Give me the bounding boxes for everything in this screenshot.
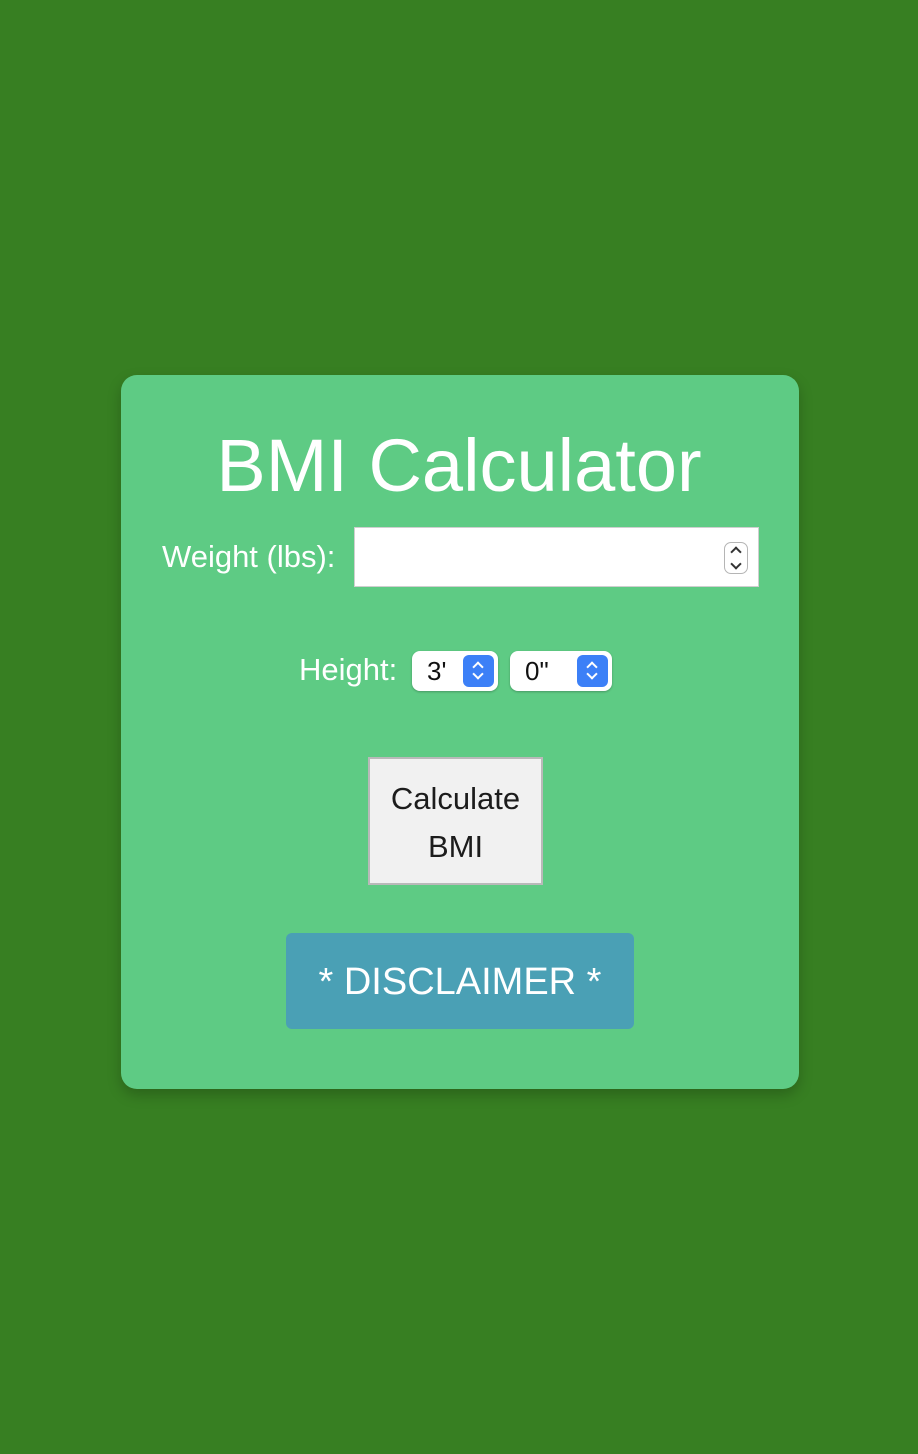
disclaimer-button[interactable]: * DISCLAIMER * xyxy=(286,933,634,1029)
height-inches-value: 0" xyxy=(525,656,549,686)
height-feet-value: 3' xyxy=(427,656,447,686)
calculate-bmi-button[interactable]: Calculate BMI xyxy=(368,757,543,885)
weight-label: Weight (lbs): xyxy=(162,539,336,574)
height-feet-select[interactable]: 3' xyxy=(412,651,498,691)
stepper-icon[interactable] xyxy=(724,542,748,574)
chevron-updown-icon[interactable] xyxy=(577,655,608,687)
page-title: BMI Calculator xyxy=(216,424,702,507)
chevron-up-icon[interactable] xyxy=(730,546,742,558)
weight-field[interactable] xyxy=(354,527,759,587)
height-inches-select[interactable]: 0" xyxy=(510,651,612,691)
chevron-down-icon[interactable] xyxy=(730,558,742,570)
weight-input[interactable] xyxy=(355,528,715,586)
chevron-updown-icon[interactable] xyxy=(463,655,494,687)
height-label: Height: xyxy=(299,652,398,687)
